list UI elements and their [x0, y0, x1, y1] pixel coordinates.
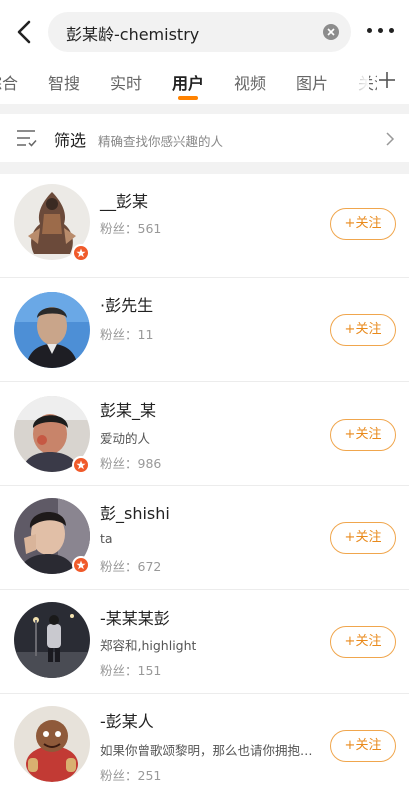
user-name[interactable]: -某某某彭 — [100, 605, 170, 629]
search-tabs: 综合 智搜 实时 用户 视频 图片 关注 — [0, 62, 409, 104]
tab-comprehensive[interactable]: 综合 — [0, 70, 18, 94]
top-bar: 彭某龄-chemistry — [0, 0, 409, 62]
tab-images[interactable]: 图片 — [296, 70, 328, 94]
filter-description: 精确查找你感兴趣的人 — [98, 134, 224, 149]
more-options-icon[interactable] — [367, 28, 395, 36]
verified-badge-icon — [72, 556, 90, 574]
list-item[interactable]: -某某某彭 郑容和,highlight 粉丝：151 +关注 — [0, 590, 409, 694]
filter-row[interactable]: 筛选 精确查找你感兴趣的人 — [0, 114, 409, 162]
tab-realtime[interactable]: 实时 — [110, 70, 142, 94]
user-description: 如果你曾歌颂黎明，那么也请你拥抱黑夜 — [100, 743, 315, 758]
user-name[interactable]: -彭某人 — [100, 708, 154, 732]
verified-badge-icon — [72, 456, 90, 474]
avatar[interactable] — [14, 706, 90, 782]
user-name[interactable]: __彭某 — [100, 188, 148, 212]
avatar[interactable] — [14, 602, 90, 678]
section-divider — [0, 162, 409, 174]
list-item[interactable]: ·彭先生 粉丝：11 +关注 — [0, 278, 409, 382]
follow-button[interactable]: +关注 — [330, 730, 396, 762]
user-description: ta — [100, 531, 113, 546]
user-description: 爱动的人 — [100, 431, 151, 446]
user-name[interactable]: ·彭先生 — [100, 292, 153, 316]
user-name[interactable]: 彭某_某 — [100, 397, 156, 421]
list-item[interactable]: -彭某人 如果你曾歌颂黎明，那么也请你拥抱黑夜 粉丝：251 +关注 — [0, 694, 409, 798]
user-fans: 粉丝：251 — [100, 768, 162, 783]
list-item[interactable]: 彭_shishi ta 粉丝：672 +关注 — [0, 486, 409, 590]
follow-button[interactable]: +关注 — [330, 419, 396, 451]
user-name[interactable]: 彭_shishi — [100, 500, 170, 524]
tab-smart-search[interactable]: 智搜 — [48, 70, 80, 94]
filter-icon — [16, 129, 38, 147]
list-item[interactable]: __彭某 粉丝：561 +关注 — [0, 174, 409, 278]
section-divider — [0, 104, 409, 114]
tab-fade — [339, 62, 369, 104]
user-fans: 粉丝：672 — [100, 559, 162, 574]
tab-videos[interactable]: 视频 — [234, 70, 266, 94]
user-list: __彭某 粉丝：561 +关注 ·彭先生 粉丝：11 +关注 彭某_某 爱动的人… — [0, 174, 409, 798]
user-fans: 粉丝：11 — [100, 327, 154, 342]
user-description: 郑容和,highlight — [100, 638, 197, 653]
verified-badge-icon — [72, 244, 90, 262]
clear-search-icon[interactable] — [323, 24, 339, 40]
add-tab-icon[interactable] — [377, 70, 397, 90]
follow-button[interactable]: +关注 — [330, 522, 396, 554]
follow-button[interactable]: +关注 — [330, 626, 396, 658]
back-arrow-icon[interactable] — [14, 18, 36, 46]
list-item[interactable]: 彭某_某 爱动的人 粉丝：986 +关注 — [0, 382, 409, 486]
user-fans: 粉丝：151 — [100, 663, 162, 678]
follow-button[interactable]: +关注 — [330, 314, 396, 346]
active-tab-indicator — [178, 96, 198, 100]
search-box[interactable]: 彭某龄-chemistry — [48, 12, 351, 52]
avatar[interactable] — [14, 292, 90, 368]
filter-title: 筛选 — [54, 131, 87, 150]
search-query[interactable]: 彭某龄-chemistry — [66, 21, 199, 45]
chevron-right-icon — [385, 131, 395, 146]
user-fans: 粉丝：986 — [100, 456, 162, 471]
tab-users[interactable]: 用户 — [172, 70, 204, 94]
user-fans: 粉丝：561 — [100, 221, 162, 236]
follow-button[interactable]: +关注 — [330, 208, 396, 240]
